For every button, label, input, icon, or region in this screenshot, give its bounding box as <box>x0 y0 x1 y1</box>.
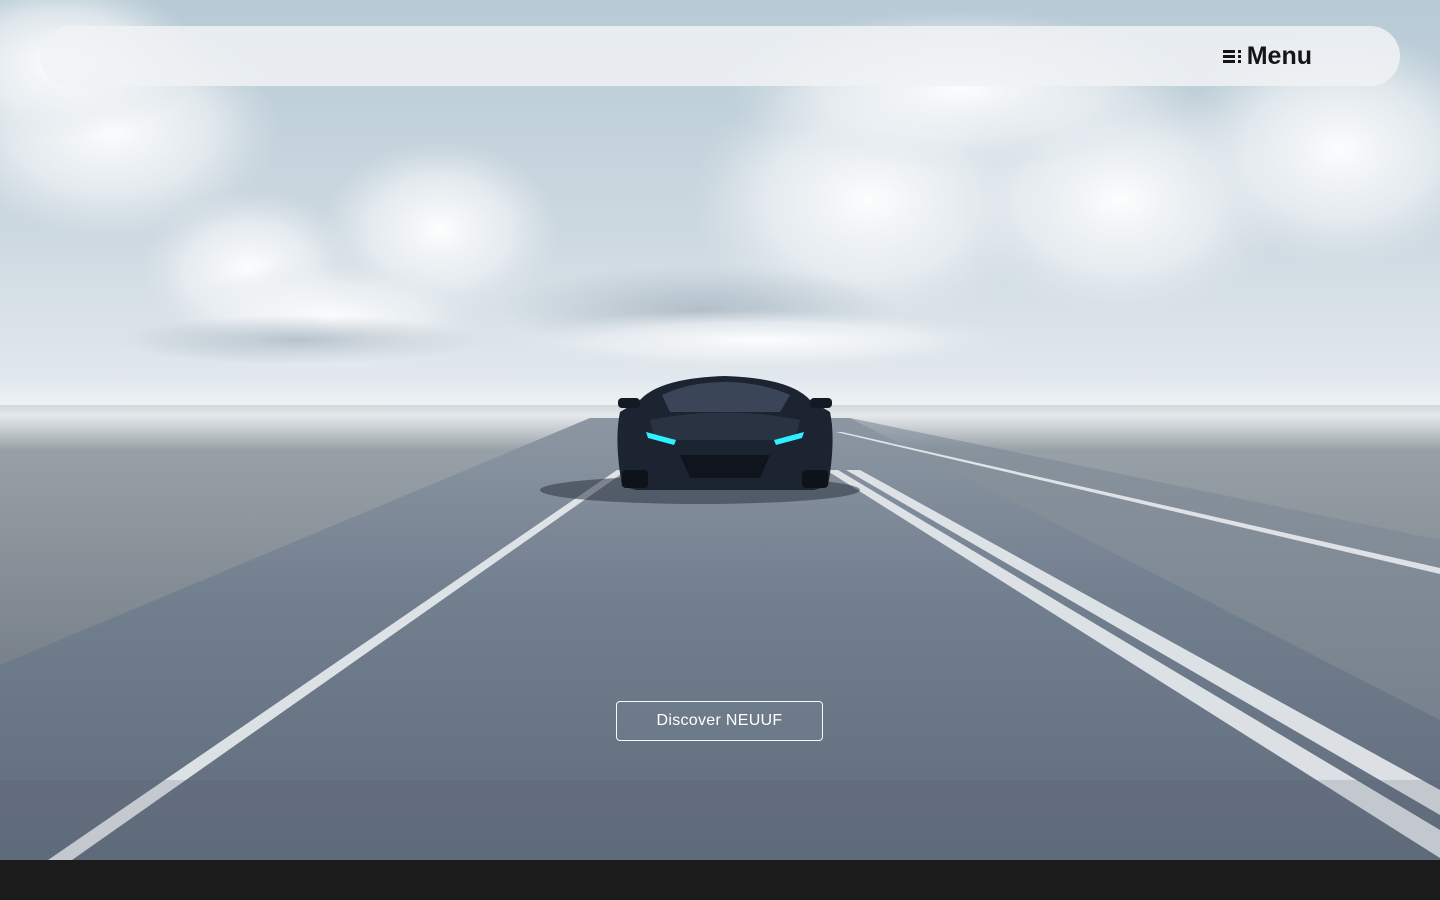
discover-button[interactable]: Discover NEUUF <box>616 701 823 741</box>
footer-bar <box>0 860 1440 900</box>
top-navbar: Menu <box>40 26 1400 86</box>
menu-label: Menu <box>1246 41 1312 70</box>
menu-button[interactable]: Menu <box>1222 40 1312 72</box>
hamburger-menu-icon <box>1222 48 1243 64</box>
sports-car <box>617 376 833 490</box>
